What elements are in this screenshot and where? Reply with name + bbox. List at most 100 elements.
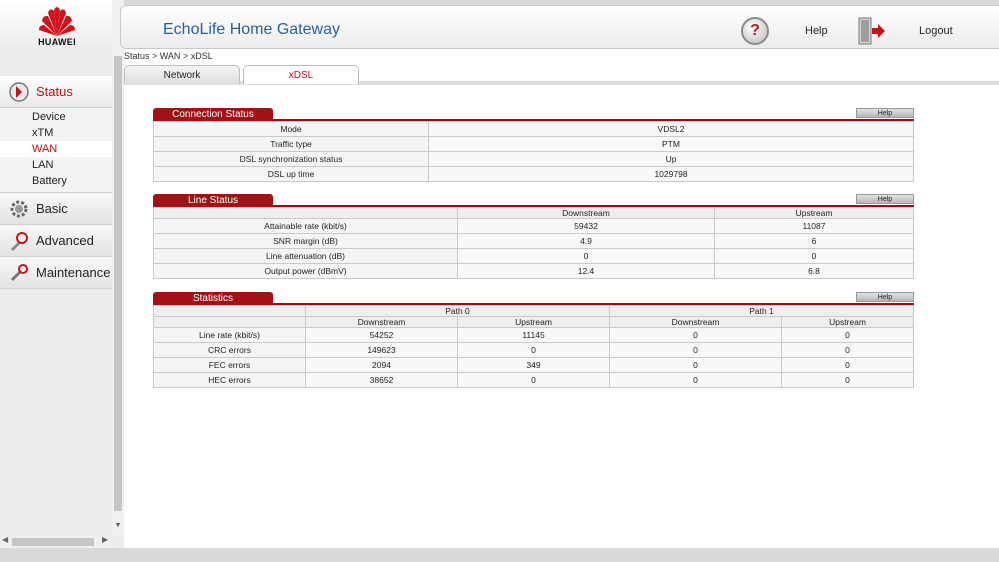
stat-value: 349 bbox=[457, 357, 610, 373]
line-status-section: Line Status Help Downstream Upstream Att… bbox=[153, 194, 914, 279]
maintenance-icon bbox=[10, 263, 28, 281]
logout-link[interactable]: Logout bbox=[919, 25, 953, 37]
table-row: DSL up time 1029798 bbox=[153, 166, 914, 182]
tab-network[interactable]: Network bbox=[124, 65, 240, 84]
row-value: PTM bbox=[428, 136, 914, 152]
help-icon[interactable]: ? bbox=[741, 17, 769, 45]
huawei-flower-icon bbox=[39, 7, 75, 36]
sidebar: HUAWEI Status Device xTM WAN LAN Battery… bbox=[0, 0, 124, 548]
sidebar-nav: Status Device xTM WAN LAN Battery Basic … bbox=[0, 76, 112, 289]
line-status-table: Downstream Upstream Attainable rate (kbi… bbox=[153, 207, 914, 279]
row-label: Attainable rate (kbit/s) bbox=[153, 218, 458, 234]
stat-value: 0 bbox=[781, 357, 914, 373]
table-row: Attainable rate (kbit/s) 59432 11087 bbox=[153, 218, 914, 234]
nav-xtm[interactable]: xTM bbox=[0, 125, 112, 141]
nav-advanced-label: Advanced bbox=[36, 233, 94, 248]
column-header: Downstream bbox=[305, 316, 458, 328]
nav-advanced[interactable]: Advanced bbox=[0, 225, 112, 257]
upstream-value: 0 bbox=[714, 248, 914, 264]
logout-icon[interactable] bbox=[857, 17, 887, 45]
app-title: EchoLife Home Gateway bbox=[163, 21, 340, 38]
status-subnav: Device xTM WAN LAN Battery bbox=[0, 108, 112, 193]
help-link[interactable]: Help bbox=[805, 25, 828, 37]
row-label: SNR margin (dB) bbox=[153, 233, 458, 249]
scroll-left-arrow-icon[interactable]: ◀ bbox=[2, 535, 8, 544]
nav-status[interactable]: Status bbox=[0, 76, 112, 108]
table-row: Traffic type PTM bbox=[153, 136, 914, 152]
section-header: Connection Status Help bbox=[153, 108, 914, 121]
table-row: HEC errors 38652 0 0 0 bbox=[153, 372, 914, 388]
nav-basic[interactable]: Basic bbox=[0, 193, 112, 225]
header-row: Downstream Upstream bbox=[153, 207, 914, 219]
downstream-value: 0 bbox=[457, 248, 715, 264]
nav-device[interactable]: Device bbox=[0, 109, 112, 125]
table-row: SNR margin (dB) 4.9 6 bbox=[153, 233, 914, 249]
row-label: Traffic type bbox=[153, 136, 429, 152]
brand-name: HUAWEI bbox=[38, 37, 76, 47]
help-button[interactable]: Help bbox=[856, 108, 914, 118]
stat-value: 54252 bbox=[305, 327, 458, 343]
stat-value: 0 bbox=[609, 357, 782, 373]
status-icon bbox=[9, 81, 29, 102]
empty-header bbox=[153, 316, 306, 328]
table-row: Mode VDSL2 bbox=[153, 121, 914, 137]
stat-value: 2094 bbox=[305, 357, 458, 373]
stat-value: 0 bbox=[609, 372, 782, 388]
connection-status-table: Mode VDSL2 Traffic type PTM DSL synchroniz… bbox=[153, 121, 914, 182]
table-row: CRC errors 149623 0 0 0 bbox=[153, 342, 914, 358]
row-label: Mode bbox=[153, 121, 429, 137]
column-header: Downstream bbox=[457, 207, 715, 219]
statistics-table: Path 0 Path 1 Downstream Upstream Downst… bbox=[153, 305, 914, 388]
help-button[interactable]: Help bbox=[856, 292, 914, 302]
section-header: Line Status Help bbox=[153, 194, 914, 207]
scroll-right-arrow-icon[interactable]: ▶ bbox=[102, 535, 108, 544]
nav-lan[interactable]: LAN bbox=[0, 157, 112, 173]
main-content: Status > WAN > xDSL Network xDSL Connect… bbox=[124, 49, 999, 548]
downstream-value: 12.4 bbox=[457, 263, 715, 279]
header-row: Downstream Upstream Downstream Upstream bbox=[153, 316, 914, 328]
section-header: Statistics Help bbox=[153, 292, 914, 305]
nav-maintenance[interactable]: Maintenance bbox=[0, 257, 112, 289]
row-label: DSL up time bbox=[153, 166, 429, 182]
row-label: Line attenuation (dB) bbox=[153, 248, 458, 264]
stat-value: 38652 bbox=[305, 372, 458, 388]
stat-value: 11145 bbox=[457, 327, 610, 343]
table-row: Line rate (kbit/s) 54252 11145 0 0 bbox=[153, 327, 914, 343]
stat-value: 0 bbox=[609, 327, 782, 343]
huawei-logo: HUAWEI bbox=[0, 0, 114, 50]
help-button[interactable]: Help bbox=[856, 194, 914, 204]
nav-basic-label: Basic bbox=[36, 201, 68, 216]
stat-value: 0 bbox=[457, 342, 610, 358]
column-header: Downstream bbox=[609, 316, 782, 328]
scroll-down-arrow-icon[interactable]: ▼ bbox=[113, 522, 123, 529]
column-header: Upstream bbox=[714, 207, 914, 219]
stat-value: 0 bbox=[781, 372, 914, 388]
section-title: Line Status bbox=[153, 194, 273, 207]
section-title: Connection Status bbox=[153, 108, 273, 121]
advanced-icon bbox=[11, 231, 28, 251]
nav-status-label: Status bbox=[36, 84, 73, 99]
downstream-value: 59432 bbox=[457, 218, 715, 234]
stat-value: 0 bbox=[781, 327, 914, 343]
row-value: VDSL2 bbox=[428, 121, 914, 137]
nav-wan[interactable]: WAN bbox=[0, 141, 112, 157]
vertical-scroll-thumb[interactable] bbox=[114, 56, 122, 511]
column-header: Upstream bbox=[781, 316, 914, 328]
stat-value: 0 bbox=[457, 372, 610, 388]
tab-xdsl[interactable]: xDSL bbox=[243, 65, 359, 84]
row-label: Line rate (kbit/s) bbox=[153, 327, 306, 343]
row-label: Output power (dBmV) bbox=[153, 263, 458, 279]
connection-status-section: Connection Status Help Mode VDSL2 Traffic… bbox=[153, 108, 914, 182]
path-header: Path 1 bbox=[609, 305, 914, 317]
section-title: Statistics bbox=[153, 292, 273, 305]
row-label: DSL synchronization status bbox=[153, 151, 429, 167]
upstream-value: 6.8 bbox=[714, 263, 914, 279]
horizontal-scroll-thumb[interactable] bbox=[12, 538, 94, 546]
empty-header bbox=[153, 207, 458, 219]
row-label: CRC errors bbox=[153, 342, 306, 358]
nav-battery[interactable]: Battery bbox=[0, 173, 112, 189]
empty-header bbox=[153, 305, 306, 317]
column-header: Upstream bbox=[457, 316, 610, 328]
row-value: Up bbox=[428, 151, 914, 167]
header-bar: EchoLife Home Gateway ? Help Logout bbox=[120, 5, 999, 49]
